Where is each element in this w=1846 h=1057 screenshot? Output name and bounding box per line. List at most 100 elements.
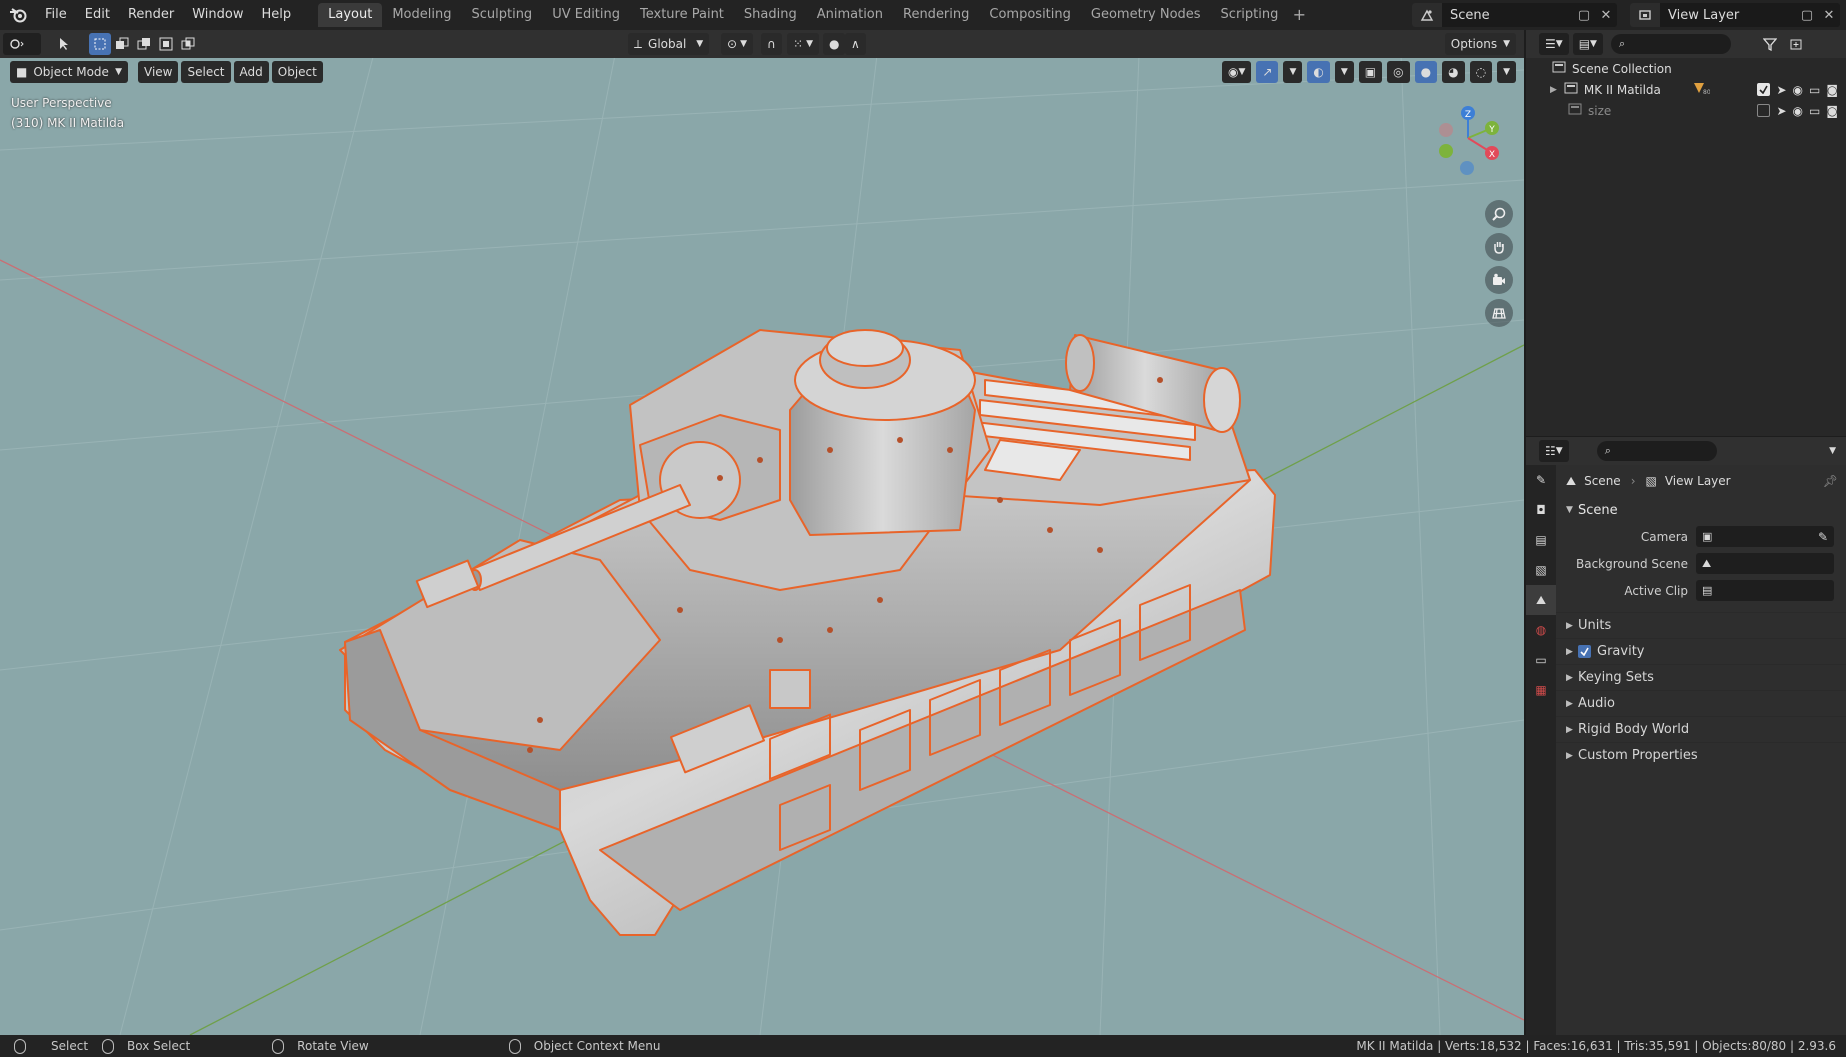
mode-extend-icon[interactable] [111, 33, 133, 55]
editor-type-button[interactable] [3, 33, 41, 55]
selectable-arrow-icon[interactable]: ➤ [1776, 83, 1786, 97]
outliner-row-scene-collection[interactable]: Scene Collection [1526, 58, 1846, 79]
tab-world[interactable]: ◍ [1526, 615, 1556, 645]
tab-rendering[interactable]: Rendering [893, 3, 979, 27]
tab-animation[interactable]: Animation [807, 3, 893, 27]
camera-field[interactable]: ▣ ✎ [1696, 526, 1834, 547]
eyedropper-icon[interactable]: ✎ [1818, 530, 1828, 544]
tab-output[interactable]: ▤ [1526, 525, 1556, 555]
display-mode-dropdown[interactable]: ▤ ▼ [1572, 33, 1603, 55]
properties-editor-type-button[interactable]: ☷ ▼ [1539, 440, 1569, 462]
new-collection-icon[interactable] [1785, 33, 1807, 55]
navigation-gizmo[interactable]: Z Y X [1428, 98, 1508, 178]
view-layer-selector[interactable]: View Layer ▢ ✕ [1630, 3, 1840, 27]
rigid-body-world-panel-header[interactable]: ▶ Rigid Body World [1556, 716, 1846, 742]
mode-intersect-icon[interactable] [177, 33, 199, 55]
proportional-edit-toggle[interactable]: ● [823, 33, 846, 55]
menu-window[interactable]: Window [183, 0, 252, 30]
menu-object[interactable]: Object [271, 61, 323, 83]
mode-invert-icon[interactable] [155, 33, 177, 55]
tab-modeling[interactable]: Modeling [382, 3, 461, 27]
visibility-dropdown[interactable]: ◉ ▼ [1222, 61, 1252, 83]
menu-file[interactable]: File [36, 0, 76, 30]
tab-collection[interactable]: ▭ [1526, 645, 1556, 675]
pan-hand-icon[interactable] [1485, 233, 1513, 261]
tab-compositing[interactable]: Compositing [979, 3, 1081, 27]
audio-panel-header[interactable]: ▶ Audio [1556, 690, 1846, 716]
menu-add[interactable]: Add [233, 61, 269, 83]
gravity-panel-header[interactable]: ▶ Gravity [1556, 638, 1846, 664]
monitor-icon[interactable]: ▭ [1809, 83, 1820, 97]
tab-geometry-nodes[interactable]: Geometry Nodes [1081, 3, 1211, 27]
tab-layout[interactable]: Layout [318, 3, 383, 27]
add-workspace-button[interactable]: + [1288, 4, 1310, 26]
shading-rendered[interactable]: ◌ [1469, 61, 1493, 83]
camera-view-icon[interactable] [1485, 266, 1513, 294]
menu-select[interactable]: Select [181, 61, 231, 83]
shading-solid[interactable]: ● [1414, 61, 1438, 83]
mode-new-icon[interactable] [89, 33, 111, 55]
gizmo-toggle[interactable]: ↗ [1256, 61, 1279, 83]
blender-logo-icon[interactable] [0, 0, 36, 30]
keying-sets-panel-header[interactable]: ▶ Keying Sets [1556, 664, 1846, 690]
tab-sculpting[interactable]: Sculpting [461, 3, 542, 27]
menu-view[interactable]: View [138, 61, 179, 83]
expand-arrow-icon[interactable]: ▶ [1550, 85, 1557, 95]
tab-uv-editing[interactable]: UV Editing [542, 3, 630, 27]
exclude-checkbox[interactable] [1757, 104, 1771, 117]
menu-edit[interactable]: Edit [76, 0, 119, 30]
delete-scene-icon[interactable]: ✕ [1595, 3, 1617, 27]
units-panel-header[interactable]: ▶ Units [1556, 612, 1846, 638]
xray-toggle[interactable]: ▣ [1358, 61, 1383, 83]
chevron-down-icon[interactable]: ▼ [1829, 446, 1836, 456]
scene-selector[interactable]: Scene ▢ ✕ [1412, 3, 1617, 27]
pivot-point-dropdown[interactable]: ⊙ ▼ [721, 33, 753, 55]
tab-texture-paint[interactable]: Texture Paint [630, 3, 734, 27]
tab-view-layer[interactable]: ▧ [1526, 555, 1556, 585]
snap-target-dropdown[interactable]: ⁙ ▼ [787, 33, 819, 55]
shading-dropdown[interactable]: ▼ [1497, 61, 1516, 83]
outliner-row-mk-ii-matilda[interactable]: ▶ MK II Matilda 80 ➤ ◉ ▭ ◙ [1526, 79, 1846, 100]
scene-panel-header[interactable]: ▼ Scene [1556, 497, 1846, 523]
shading-material[interactable]: ◕ [1442, 61, 1465, 83]
active-clip-field[interactable]: ▤ [1696, 580, 1834, 601]
pin-icon[interactable]: 📌︎ [1823, 474, 1838, 488]
tab-render[interactable]: ◘ [1526, 495, 1556, 525]
snap-toggle[interactable]: ∩ [761, 33, 782, 55]
camera-icon[interactable]: ◙ [1826, 104, 1838, 118]
zoom-icon[interactable] [1485, 200, 1513, 228]
tab-shading[interactable]: Shading [734, 3, 807, 27]
monitor-icon[interactable]: ▭ [1809, 104, 1820, 118]
camera-icon[interactable]: ◙ [1826, 83, 1838, 97]
overlays-toggle[interactable]: ◐ [1307, 61, 1330, 83]
selectable-arrow-icon[interactable]: ➤ [1776, 104, 1786, 118]
gravity-checkbox[interactable] [1578, 645, 1591, 658]
properties-search-input[interactable]: ⌕ [1596, 441, 1717, 461]
mode-subtract-icon[interactable] [133, 33, 155, 55]
falloff-dropdown[interactable]: ∧ [845, 33, 866, 55]
outliner-editor-type-button[interactable]: ☰ ▼ [1539, 33, 1569, 55]
transform-orientation-dropdown[interactable]: ⟂ Global ▼ [628, 33, 710, 55]
new-scene-icon[interactable]: ▢ [1573, 3, 1595, 27]
custom-properties-panel-header[interactable]: ▶ Custom Properties [1556, 742, 1846, 768]
eye-icon[interactable]: ◉ [1793, 83, 1803, 97]
new-view-layer-icon[interactable]: ▢ [1796, 3, 1818, 27]
eye-icon[interactable]: ◉ [1793, 104, 1803, 118]
outliner-row-size[interactable]: size ➤ ◉ ▭ ◙ [1526, 100, 1846, 121]
delete-view-layer-icon[interactable]: ✕ [1818, 3, 1840, 27]
exclude-checkbox[interactable] [1757, 83, 1771, 96]
3d-viewport[interactable]: ⟂ Global ▼ ⊙ ▼ ∩ ⁙ ▼ ● ∧ Options ▼ ■ Objec… [0, 30, 1524, 1035]
ortho-grid-icon[interactable] [1485, 299, 1513, 327]
outliner-search-input[interactable]: ⌕ [1610, 34, 1731, 54]
tab-tool[interactable]: ✎ [1526, 465, 1556, 495]
tab-scripting[interactable]: Scripting [1211, 3, 1289, 27]
gizmo-dropdown[interactable]: ▼ [1283, 61, 1303, 83]
filter-icon[interactable] [1759, 33, 1781, 55]
select-tool-icon[interactable] [53, 33, 75, 55]
tab-scene[interactable]: ⛰ [1526, 585, 1556, 615]
mode-dropdown[interactable]: ■ Object Mode ▼ [10, 61, 128, 83]
overlays-dropdown[interactable]: ▼ [1334, 61, 1354, 83]
menu-help[interactable]: Help [253, 0, 301, 30]
shading-wireframe[interactable]: ◎ [1387, 61, 1410, 83]
options-dropdown[interactable]: Options ▼ [1444, 33, 1516, 55]
